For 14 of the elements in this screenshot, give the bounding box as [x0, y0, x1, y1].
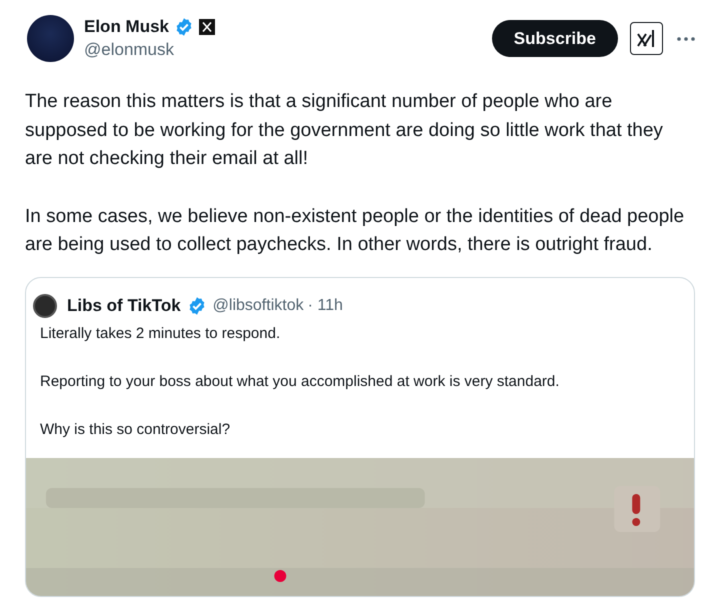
post-text: Why is this so controversial? — [40, 420, 232, 440]
post-text: Literally takes 2 minutes to respond. — [40, 324, 282, 344]
post-text: The reason this matters is that a significant number of people who are supposed to be working for the government are doing so little work that they are not checking their email at all! — [25, 90, 664, 171]
logo-button[interactable] — [630, 22, 663, 55]
author-name[interactable]: Libs of TikTok — [67, 296, 181, 316]
post-time[interactable]: · 11h — [308, 296, 343, 314]
post-text: In some cases, we believe non-existent people or the identities of dead people are being used to collect paychecks. In other words, there is outright fraud. — [25, 204, 686, 257]
avatar[interactable] — [27, 15, 74, 62]
avatar[interactable] — [33, 294, 57, 318]
author-handle[interactable]: @elonmusk — [84, 40, 492, 60]
post-text: Reporting to your boss about what you accomplished at work is very standard. — [40, 372, 560, 392]
author-handle[interactable]: @libsoftiktok — [212, 296, 304, 314]
author-name[interactable]: Elon Musk — [84, 17, 170, 37]
subscribe-button[interactable]: Subscribe — [492, 20, 618, 57]
